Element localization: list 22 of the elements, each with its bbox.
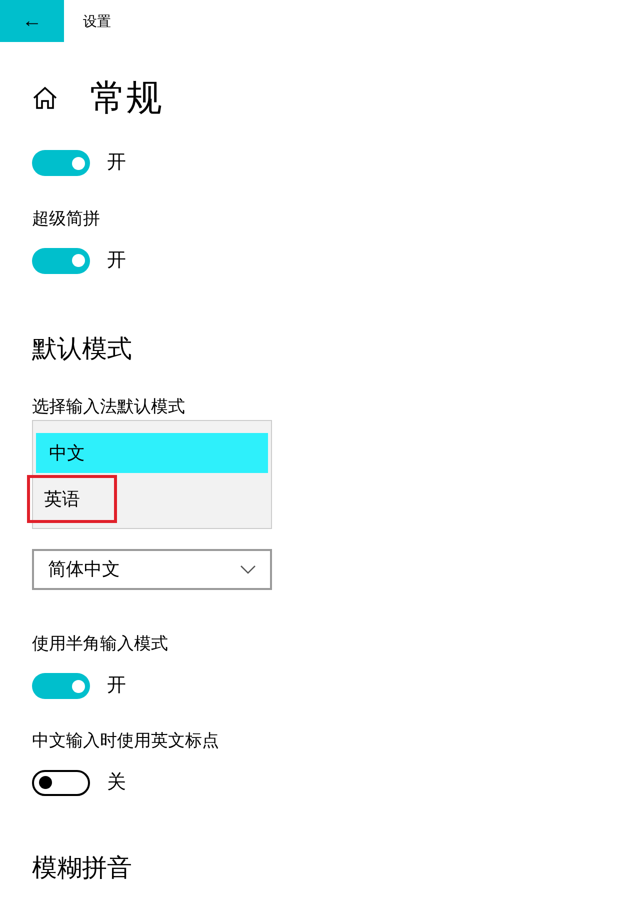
toggle-state-text: 关 <box>107 770 126 794</box>
section-heading: 模糊拼音 <box>32 853 133 884</box>
setting-label: 超级简拼 <box>32 208 101 230</box>
toggle-state-text: 开 <box>107 248 126 272</box>
toggle-state-text: 开 <box>107 151 126 175</box>
toggle-switch[interactable] <box>32 673 90 700</box>
setting-label: 选择输入法默认模式 <box>32 396 186 418</box>
dropdown-option[interactable]: 中文 <box>36 433 268 473</box>
chevron-down-icon <box>240 564 256 574</box>
setting-label: 使用半角输入模式 <box>32 633 169 655</box>
setting-label: 中文输入时使用英文标点 <box>32 730 220 752</box>
page-title: 常规 <box>90 76 162 120</box>
toggle-state-text: 开 <box>107 674 126 698</box>
home-icon <box>32 86 58 110</box>
toggle-switch[interactable] <box>32 770 90 796</box>
section-heading: 默认模式 <box>32 334 133 365</box>
window-title: 设置 <box>83 12 111 30</box>
toggle-switch[interactable] <box>32 248 90 274</box>
dropdown-option[interactable]: 英语 <box>27 475 117 523</box>
charset-select[interactable]: 简体中文 <box>32 549 272 590</box>
toggle-switch[interactable] <box>32 150 90 176</box>
back-button[interactable]: ← <box>0 0 64 42</box>
